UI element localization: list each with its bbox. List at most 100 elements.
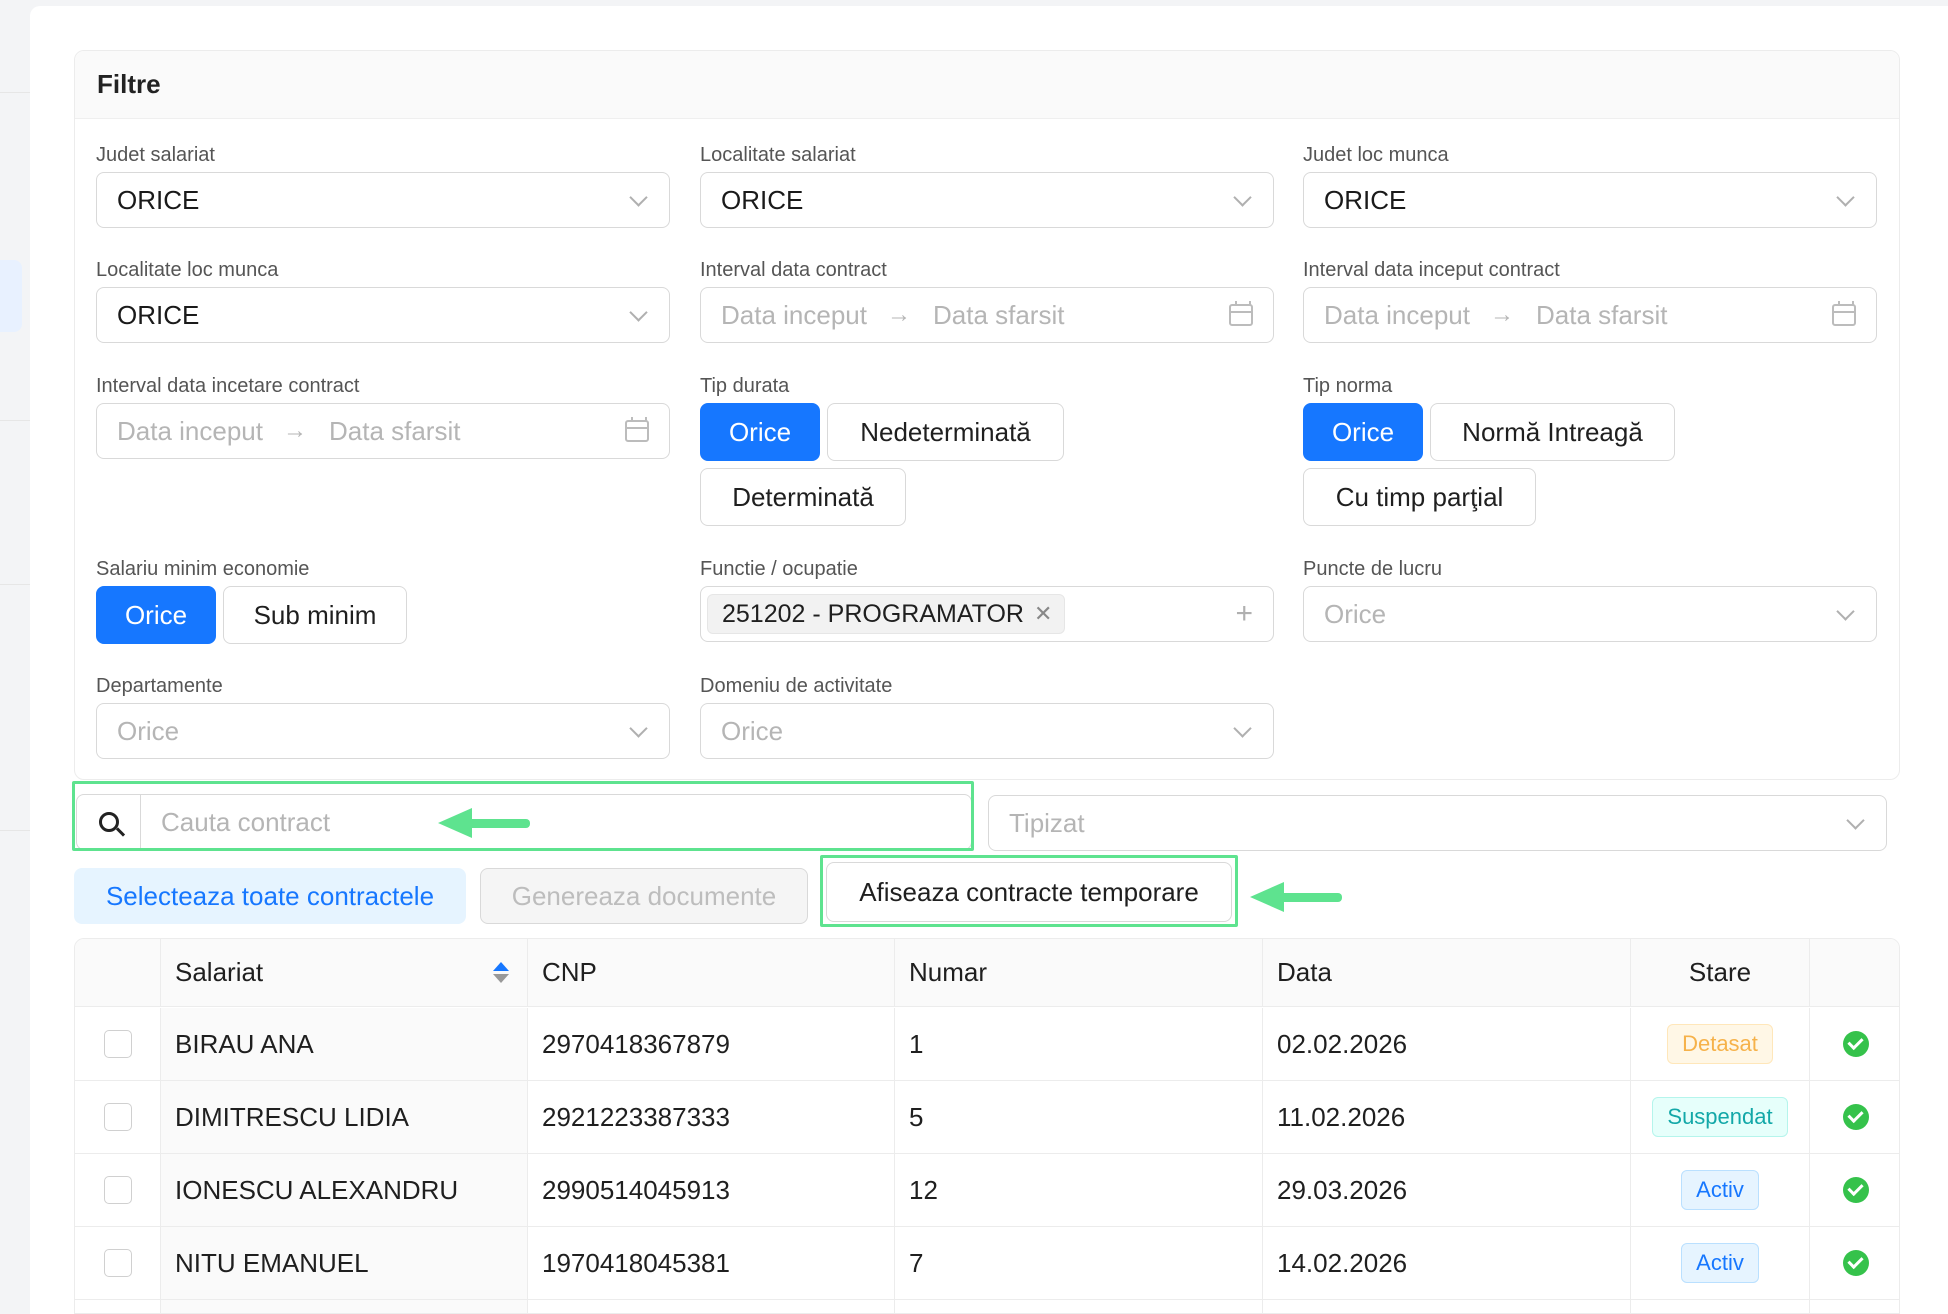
tip-norma-orice-button[interactable]: Orice — [1303, 403, 1423, 461]
localitate-loc-munca-select[interactable]: ORICE — [96, 287, 670, 343]
cell-numar: 5 — [895, 1081, 1263, 1153]
judet-salariat-label: Judet salariat — [96, 144, 215, 166]
chevron-down-icon — [1836, 604, 1856, 624]
row-checkbox[interactable] — [103, 1249, 132, 1277]
cell-data: 14.02.2026 — [1263, 1227, 1631, 1299]
tipizat-placeholder: Tipizat — [1009, 807, 1085, 838]
end-date-input[interactable]: Data sfarsit — [933, 300, 1065, 331]
status-badge: Suspendat — [1652, 1097, 1788, 1137]
table-row[interactable]: NITU EMANUEL 1970418045381 7 14.02.2026 … — [75, 1227, 1899, 1300]
departamente-select[interactable]: Orice — [96, 703, 670, 759]
judet-salariat-value: ORICE — [117, 184, 200, 215]
interval-data-contract-picker[interactable]: Data inceput → Data sfarsit — [700, 287, 1274, 343]
interval-data-incetare-picker[interactable]: Data inceput → Data sfarsit — [96, 403, 670, 459]
salariu-orice-button[interactable]: Orice — [96, 586, 216, 644]
localitate-loc-munca-value: ORICE — [117, 299, 200, 330]
contracts-table: Salariat CNP Numar Data Stare BIRAU ANA … — [74, 938, 1900, 1314]
divider — [0, 92, 30, 93]
tip-durata-nedeterminata-button[interactable]: Nedeterminată — [827, 403, 1064, 461]
domeniu-label: Domeniu de activitate — [700, 675, 893, 697]
chevron-down-icon — [1836, 190, 1856, 210]
plus-icon[interactable]: + — [1235, 597, 1253, 631]
puncte-lucru-label: Puncte de lucru — [1303, 558, 1442, 580]
departamente-placeholder: Orice — [117, 715, 180, 746]
judet-loc-munca-label: Judet loc munca — [1303, 144, 1449, 166]
cell-data: 02.02.2026 — [1263, 1008, 1631, 1080]
cell-salariat: DIMITRESCU LIDIA — [161, 1081, 528, 1153]
page: Filtre Judet salariat ORICE Localitate s… — [0, 0, 1948, 1314]
filters-title: Filtre — [75, 51, 1899, 119]
functie-multiselect[interactable]: 251202 - PROGRAMATOR ✕ + — [700, 586, 1274, 642]
tip-durata-orice-button[interactable]: Orice — [700, 403, 820, 461]
status-badge: Activ — [1681, 1243, 1759, 1283]
salariu-sub-minim-button[interactable]: Sub minim — [223, 586, 407, 644]
judet-loc-munca-select[interactable]: ORICE — [1303, 172, 1877, 228]
cell-data: 29.03.2026 — [1263, 1154, 1631, 1226]
interval-data-incetare-label: Interval data incetare contract — [96, 375, 360, 397]
judet-salariat-select[interactable]: ORICE — [96, 172, 670, 228]
header-salariat[interactable]: Salariat — [161, 939, 528, 1006]
header-action-cell — [1810, 939, 1899, 1006]
table-header: Salariat CNP Numar Data Stare — [75, 939, 1899, 1007]
chevron-down-icon — [629, 190, 649, 210]
header-data: Data — [1263, 939, 1631, 1006]
cell-numar: 12 — [895, 1154, 1263, 1226]
row-checkbox[interactable] — [103, 1176, 132, 1204]
header-stare: Stare — [1631, 939, 1810, 1006]
functie-label: Functie / ocupatie — [700, 558, 858, 580]
sort-icon[interactable] — [493, 962, 509, 983]
divider — [0, 420, 30, 421]
localitate-salariat-label: Localitate salariat — [700, 144, 856, 166]
status-badge: Detasat — [1667, 1024, 1773, 1064]
chevron-down-icon — [1846, 813, 1866, 833]
domeniu-placeholder: Orice — [721, 715, 784, 746]
localitate-salariat-select[interactable]: ORICE — [700, 172, 1274, 228]
cell-cnp: 2921223387333 — [528, 1081, 895, 1153]
interval-data-contract-label: Interval data contract — [700, 259, 887, 281]
tip-norma-intreaga-button[interactable]: Normă Intreagă — [1430, 403, 1675, 461]
cell-cnp: 1970418045381 — [528, 1227, 895, 1299]
table-row[interactable]: DIMITRESCU LIDIA 2921223387333 5 11.02.2… — [75, 1081, 1899, 1154]
select-all-button[interactable]: Selecteaza toate contractele — [74, 868, 466, 924]
table-row — [75, 1300, 1899, 1313]
domeniu-select[interactable]: Orice — [700, 703, 1274, 759]
sidebar-active-item[interactable] — [0, 260, 22, 332]
cell-numar: 1 — [895, 1008, 1263, 1080]
tipizat-select[interactable]: Tipizat — [988, 795, 1887, 851]
close-icon[interactable]: ✕ — [1034, 601, 1052, 627]
range-arrow-icon: → — [282, 417, 307, 444]
table-row[interactable]: IONESCU ALEXANDRU 2990514045913 12 29.03… — [75, 1154, 1899, 1227]
check-circle-icon — [1842, 1104, 1869, 1130]
row-checkbox[interactable] — [103, 1030, 132, 1058]
functie-tag: 251202 - PROGRAMATOR ✕ — [707, 594, 1066, 634]
chevron-down-icon — [1233, 721, 1253, 741]
departamente-label: Departamente — [96, 675, 223, 697]
cell-cnp: 2990514045913 — [528, 1154, 895, 1226]
generate-documents-button[interactable]: Genereaza documente — [480, 868, 808, 924]
tip-durata-determinata-button[interactable]: Determinată — [700, 468, 906, 526]
start-date-input[interactable]: Data inceput — [117, 416, 263, 447]
end-date-input[interactable]: Data sfarsit — [329, 416, 461, 447]
table-row[interactable]: BIRAU ANA 2970418367879 1 02.02.2026 Det… — [75, 1008, 1899, 1081]
chevron-down-icon — [1233, 190, 1253, 210]
cell-data: 11.02.2026 — [1263, 1081, 1631, 1153]
tip-norma-partial-button[interactable]: Cu timp parţial — [1303, 468, 1536, 526]
chevron-down-icon — [629, 305, 649, 325]
header-select-cell — [75, 939, 161, 1006]
end-date-input[interactable]: Data sfarsit — [1536, 300, 1668, 331]
start-date-input[interactable]: Data inceput — [1324, 300, 1470, 331]
calendar-icon — [1229, 301, 1253, 326]
salariu-minim-label: Salariu minim economie — [96, 558, 310, 580]
check-circle-icon — [1842, 1031, 1869, 1057]
check-circle-icon — [1842, 1250, 1869, 1276]
puncte-lucru-select[interactable]: Orice — [1303, 586, 1877, 642]
calendar-icon — [1832, 301, 1856, 326]
puncte-lucru-placeholder: Orice — [1324, 598, 1387, 629]
range-arrow-icon: → — [1489, 301, 1514, 328]
interval-data-inceput-picker[interactable]: Data inceput → Data sfarsit — [1303, 287, 1877, 343]
start-date-input[interactable]: Data inceput — [721, 300, 867, 331]
divider — [0, 584, 30, 585]
range-arrow-icon: → — [886, 301, 911, 328]
row-checkbox[interactable] — [103, 1103, 132, 1131]
button-highlight — [820, 855, 1238, 927]
